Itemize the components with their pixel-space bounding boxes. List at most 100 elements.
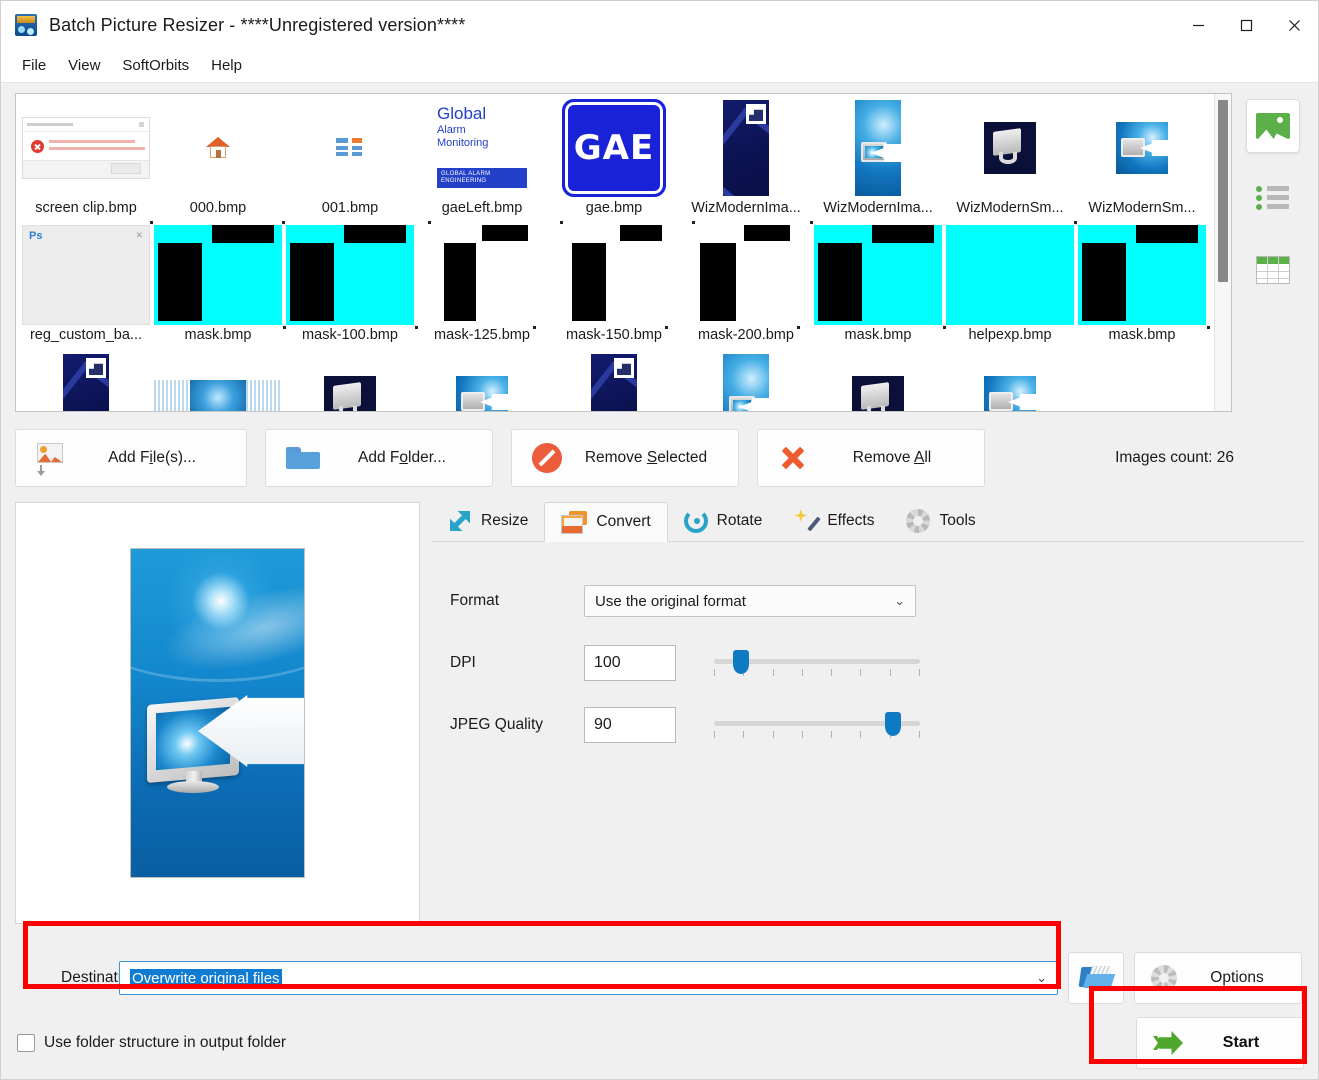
thumbnail-scrollbar[interactable] — [1214, 94, 1231, 411]
thumbnail-item[interactable]: helpexp.bmp — [944, 225, 1076, 345]
add-files-button[interactable]: Add File(s)... — [15, 429, 247, 487]
menu-item-view[interactable]: View — [57, 53, 111, 78]
menu-item-file[interactable]: File — [11, 53, 57, 78]
close-button[interactable] — [1270, 1, 1318, 49]
start-button[interactable]: Start — [1136, 1017, 1304, 1069]
thumbnail-item[interactable]: WizModernIma... — [680, 98, 812, 218]
thumbnail-item[interactable] — [680, 352, 812, 411]
remove-selected-label: Remove Selected — [574, 449, 718, 467]
dpi-value: 100 — [594, 654, 621, 671]
thumbnail-label: mask-100.bmp — [302, 327, 398, 343]
folder-structure-checkbox[interactable] — [17, 1034, 35, 1052]
thumbnail-item[interactable]: mask-100.bmp — [282, 221, 418, 345]
tab-resize[interactable]: Resize — [432, 501, 544, 541]
thumbnail-item[interactable]: WizModernSm... — [1076, 98, 1208, 218]
green-arrow-icon — [1153, 1031, 1183, 1055]
format-row: Format Use the original format ⌄ — [450, 570, 1304, 632]
thumbnail-item[interactable]: WizModernIma... — [812, 98, 944, 218]
wizard-blue-art — [855, 100, 901, 196]
menu-item-help[interactable]: Help — [200, 53, 253, 78]
thumbnail-item[interactable]: screen clip.bmp — [20, 98, 152, 218]
thumbnail-item[interactable]: 000.bmp — [152, 98, 284, 218]
thumbnail-label: mask-200.bmp — [698, 327, 794, 343]
thumbnail-image — [944, 352, 1076, 411]
thumbnail-image — [680, 221, 812, 329]
window-title: Batch Picture Resizer - ****Unregistered… — [49, 14, 466, 35]
thumbnail-row: Ps ✕ reg_custom_ba... mask.bmp mask-100.… — [20, 221, 1214, 352]
thumbnail-label: gae.bmp — [585, 200, 643, 216]
browse-folder-button[interactable] — [1068, 952, 1124, 1004]
options-label: Options — [1210, 969, 1264, 986]
thumbnail-item[interactable] — [152, 352, 284, 411]
thumbnail-image — [548, 221, 680, 329]
thumbnail-image — [416, 352, 548, 411]
scrollbar-thumb[interactable] — [1218, 100, 1228, 282]
jpeg-quality-value: 90 — [594, 716, 612, 733]
thumbnail-item[interactable]: WizModernSm... — [944, 98, 1076, 218]
tab-rotate[interactable]: Rotate — [668, 501, 779, 541]
jpeg-quality-input[interactable]: 90 — [584, 707, 676, 743]
thumbnail-image — [282, 221, 418, 329]
remove-all-button[interactable]: Remove All — [757, 429, 985, 487]
minimize-button[interactable] — [1174, 1, 1222, 49]
folder-structure-checkbox-wrap[interactable]: Use folder structure in output folder — [17, 1034, 286, 1052]
images-count-label: Images count: 26 — [1115, 449, 1234, 466]
photoshop-screenshot-art: Ps ✕ — [22, 225, 150, 325]
thumbnail-grid[interactable]: screen clip.bmp 000.bmp 001.bmp Global A… — [15, 93, 1232, 412]
add-folder-button[interactable]: Add Folder... — [265, 429, 493, 487]
thumbnail-item[interactable] — [284, 352, 416, 411]
thumbnail-item[interactable] — [548, 352, 680, 411]
thumbnail-item[interactable]: mask-150.bmp — [548, 221, 680, 345]
thumbnail-item[interactable]: mask-125.bmp — [416, 221, 548, 345]
thumbnail-item[interactable] — [416, 352, 548, 411]
destination-zone: Destination Overwrite original files ⌄ O… — [15, 949, 1304, 1079]
thumbnail-item[interactable] — [20, 352, 152, 411]
tab-tools[interactable]: Tools — [890, 501, 991, 541]
remove-selected-button[interactable]: Remove Selected — [511, 429, 739, 487]
menu-item-softorbits[interactable]: SoftOrbits — [111, 53, 200, 78]
jpeg-quality-slider[interactable] — [714, 707, 920, 743]
thumbnail-item[interactable] — [944, 352, 1076, 411]
thumbnail-item[interactable]: mask.bmp — [150, 221, 286, 345]
thumbnail-label: 001.bmp — [321, 200, 379, 216]
thumbnail-label: screen clip.bmp — [35, 200, 137, 216]
destination-label: Destination — [61, 969, 139, 986]
dpi-input[interactable]: 100 — [584, 645, 676, 681]
thumbnail-item[interactable]: mask.bmp — [1074, 221, 1210, 345]
thumbnail-item[interactable]: mask.bmp — [810, 221, 946, 345]
dpi-slider[interactable] — [714, 645, 920, 681]
jpeg-slider-thumb[interactable] — [885, 712, 902, 736]
view-mode-list[interactable] — [1246, 171, 1300, 225]
thumbnail-item-selected[interactable]: GAE gae.bmp — [548, 98, 680, 218]
destination-combobox[interactable]: Overwrite original files ⌄ — [119, 961, 1058, 995]
add-folder-post: lder... — [408, 449, 446, 466]
dpi-slider-thumb[interactable] — [732, 650, 749, 674]
thumbnail-label: WizModernIma... — [691, 200, 801, 216]
thumbnail-label: 000.bmp — [189, 200, 247, 216]
thumbnail-label: mask.bmp — [844, 327, 912, 343]
thumbnail-item[interactable]: mask-200.bmp — [680, 221, 812, 345]
gae-logo-art: GAE — [562, 99, 666, 197]
options-button[interactable]: Options — [1134, 952, 1302, 1004]
thumbnail-label: mask-150.bmp — [566, 327, 662, 343]
tab-convert[interactable]: Convert — [544, 502, 668, 542]
format-select[interactable]: Use the original format ⌄ — [584, 585, 916, 617]
maximize-button[interactable] — [1222, 1, 1270, 49]
format-label: Format — [450, 592, 500, 609]
thumbnail-item[interactable] — [812, 352, 944, 411]
mask-art — [692, 221, 800, 329]
app-window: Batch Picture Resizer - ****Unregistered… — [0, 0, 1319, 1080]
remove-all-mnemonic: A — [913, 449, 925, 466]
thumbnail-item[interactable]: Ps ✕ reg_custom_ba... — [20, 225, 152, 345]
gae-badge: GLOBAL ALARM ENGINEERING — [437, 168, 527, 188]
wizard-small-blue-art — [1116, 122, 1168, 174]
thumbnail-image: Ps ✕ — [20, 225, 152, 325]
grid-icon — [1256, 256, 1290, 284]
thumbnail-item[interactable]: 001.bmp — [284, 98, 416, 218]
view-mode-details[interactable] — [1246, 243, 1300, 297]
thumbnail-image — [548, 352, 680, 411]
tab-effects[interactable]: Effects — [778, 501, 890, 541]
thumbnail-item[interactable]: Global Alarm Monitoring GLOBAL ALARM ENG… — [416, 98, 548, 218]
view-mode-thumbnails[interactable] — [1246, 99, 1300, 153]
preview-pane — [15, 502, 420, 924]
